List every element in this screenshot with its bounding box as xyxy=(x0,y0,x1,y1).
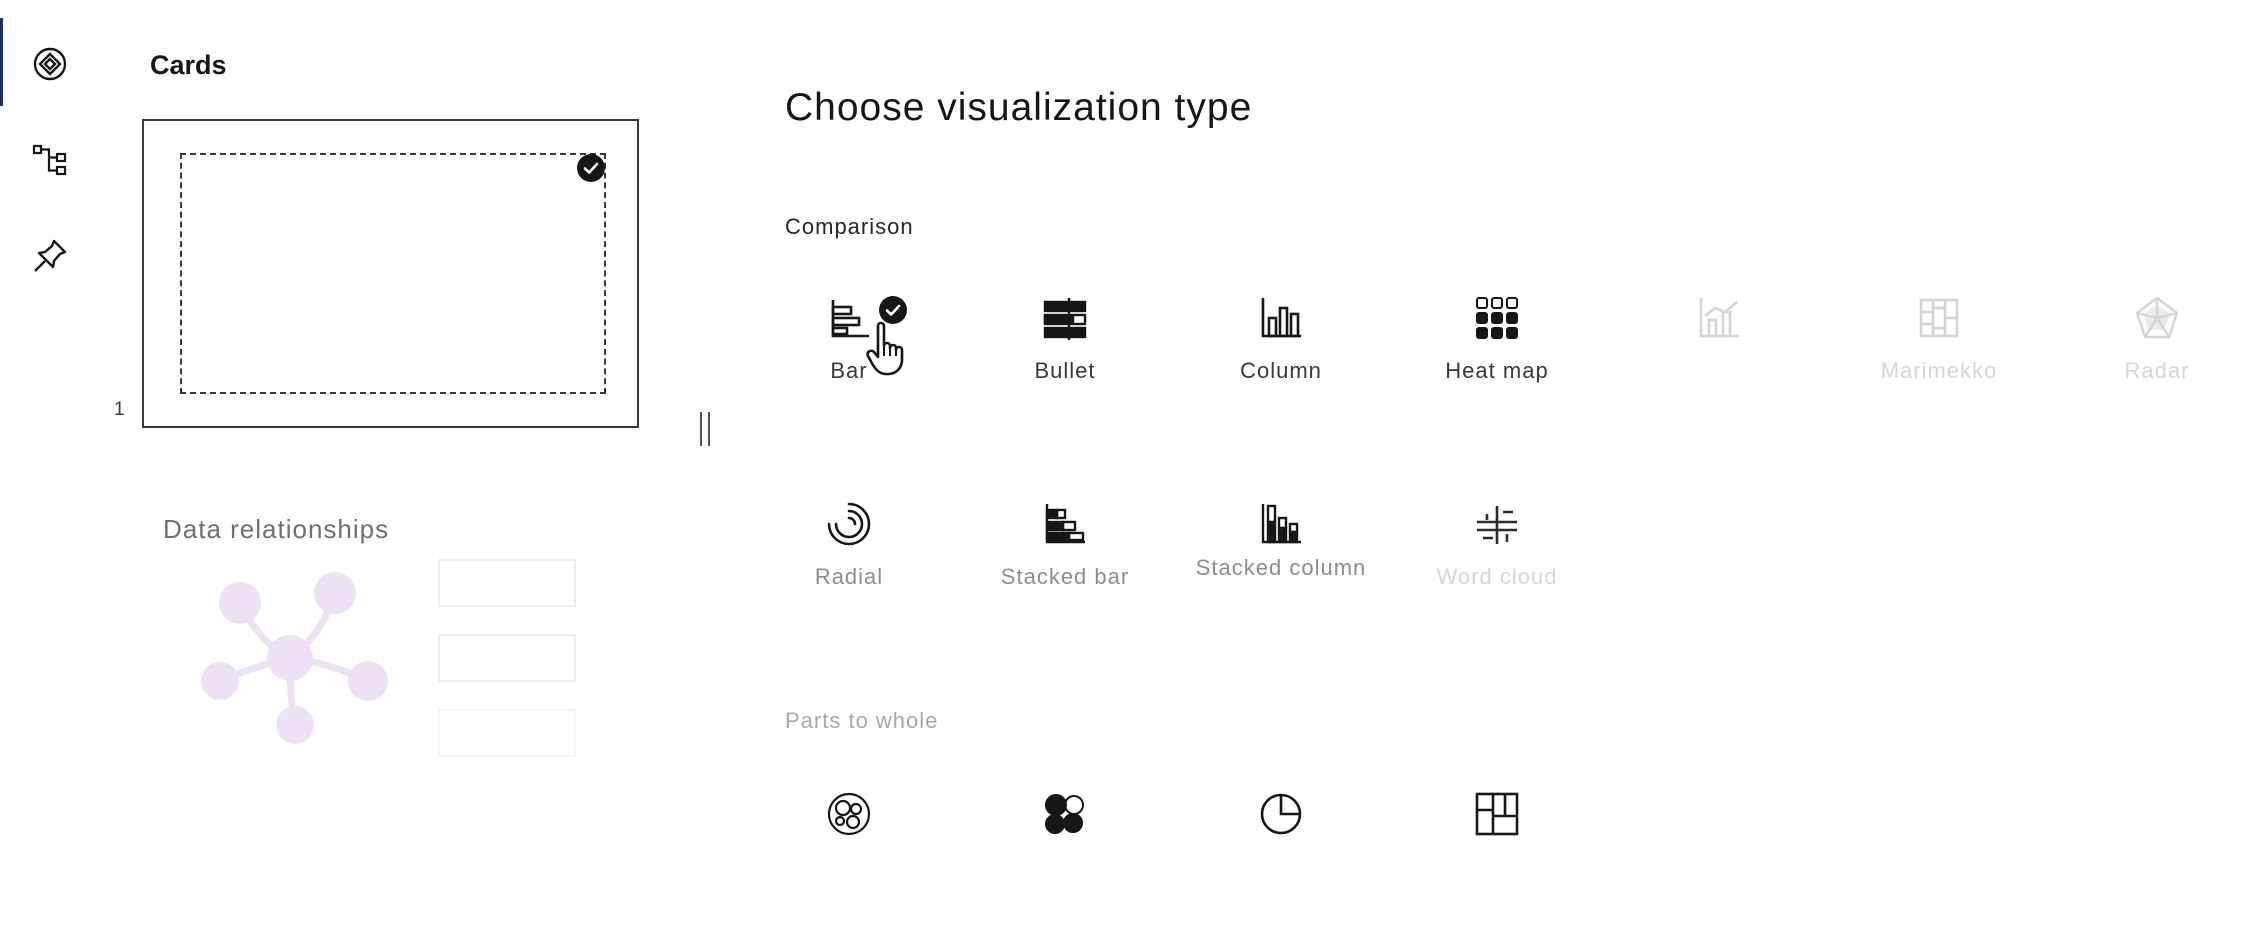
viz-option-column[interactable]: Column xyxy=(1188,288,1374,438)
rail-active-indicator xyxy=(0,18,3,106)
column-chart-icon xyxy=(1261,298,1301,338)
viz-option-bullet[interactable]: Bullet xyxy=(972,288,1158,438)
viz-option-label: Radar xyxy=(2124,358,2190,383)
pie-chart-icon xyxy=(1260,793,1302,835)
viz-option-pie[interactable] xyxy=(1188,784,1374,934)
viz-option-label: Column xyxy=(1240,358,1322,383)
heat-map-icon xyxy=(1476,297,1518,339)
radial-chart-icon xyxy=(827,502,871,546)
hierarchy-bubble-icon xyxy=(1045,794,1084,834)
viz-option-hierarchy-bubble[interactable] xyxy=(972,784,1158,934)
marimekko-icon[interactable] xyxy=(1915,294,1963,342)
viz-option-label: Heat map xyxy=(1445,358,1549,383)
stacked-bar-icon xyxy=(1045,504,1085,544)
bullet-chart-icon xyxy=(1043,298,1087,340)
viz-option-stacked-column[interactable]: Stacked column xyxy=(1188,494,1374,644)
viz-option-label: Bullet xyxy=(1034,358,1096,383)
viz-option-bar[interactable]: Bar xyxy=(756,288,942,438)
hand-pointer-cursor-icon xyxy=(866,321,904,376)
packed-bubble-icon xyxy=(827,792,871,836)
section-parts-to-whole-label: Parts to whole xyxy=(785,708,939,733)
main-title: Choose visualization type xyxy=(785,86,1253,129)
network-graph-illustration-icon xyxy=(201,572,388,744)
viz-option-label: Stacked bar xyxy=(1000,564,1130,589)
radar-chart-icon xyxy=(2135,296,2179,339)
section-comparison-label: Comparison xyxy=(785,214,914,239)
visualization-icon xyxy=(33,47,67,81)
side-rail xyxy=(0,0,92,836)
combination-chart-icon xyxy=(1699,298,1739,338)
viz-option-heat-map[interactable]: Heat map xyxy=(1404,288,1590,438)
viz-option-label: Word cloud xyxy=(1436,564,1558,589)
relationship-field-placeholder xyxy=(438,559,576,607)
panel-resize-handle[interactable] xyxy=(700,412,710,446)
viz-option-marimekko: Marimekko xyxy=(1846,288,2032,438)
pin-nav-button[interactable] xyxy=(20,226,80,286)
viz-option-label: Radial xyxy=(814,564,884,589)
visualizations-nav-button[interactable] xyxy=(20,34,80,94)
pin-icon xyxy=(34,239,67,272)
viz-option-packed-bubble[interactable] xyxy=(756,784,942,934)
viz-option-treemap[interactable] xyxy=(1404,784,1590,934)
data-relationships-title: Data relationships xyxy=(163,514,390,544)
panel-title: Cards xyxy=(150,50,227,80)
data-tree-icon xyxy=(32,144,67,176)
viz-option-combination xyxy=(1626,288,1812,438)
viz-option-label: Stacked column xyxy=(1195,555,1367,580)
word-cloud-icon xyxy=(1477,506,1517,544)
stacked-column-icon xyxy=(1261,504,1301,544)
card-number: 1 xyxy=(114,399,125,420)
treemap-icon xyxy=(1475,792,1519,836)
relationship-field-placeholder xyxy=(438,634,576,682)
viz-option-word-cloud: Word cloud xyxy=(1404,494,1590,644)
viz-option-radar: Radar xyxy=(2064,288,2246,438)
viz-option-stacked-bar[interactable]: Stacked bar xyxy=(972,494,1158,644)
viz-option-radial[interactable]: Radial xyxy=(756,494,942,644)
checkmark-filled-icon xyxy=(577,154,605,182)
viz-option-label: Bar xyxy=(830,358,868,383)
card-selection-area[interactable] xyxy=(180,153,606,394)
relationship-field-placeholder xyxy=(438,709,576,757)
viz-option-label: Marimekko xyxy=(1880,358,1998,383)
data-tree-nav-button[interactable] xyxy=(20,130,80,190)
